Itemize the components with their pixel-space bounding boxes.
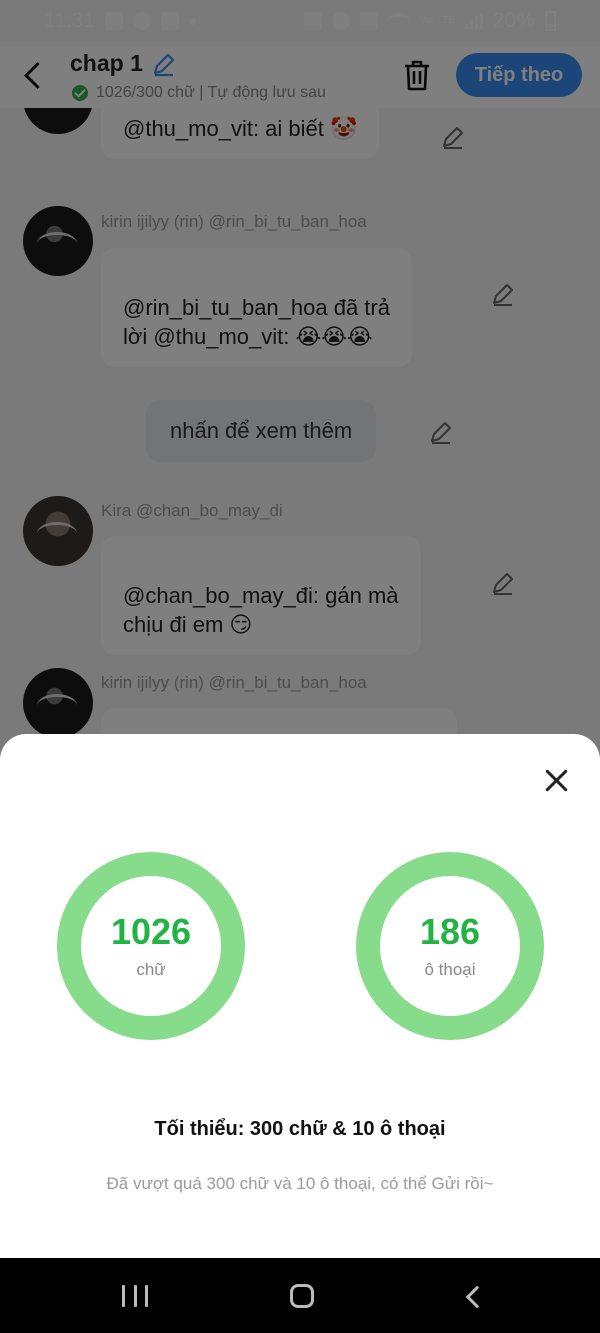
recent-apps-button[interactable]	[122, 1285, 148, 1307]
minimum-requirement: Tối thiểu: 300 chữ & 10 ô thoại	[154, 1118, 446, 1140]
system-back-button[interactable]	[464, 1286, 480, 1306]
dialogue-count-value: 186	[419, 911, 481, 952]
dialogue-count-unit: ô thoại	[424, 960, 476, 979]
stats-bottom-sheet: 1026 chữ 186 ô thoại Tối thiểu: 300 chữ …	[0, 734, 600, 1258]
word-count-ring: 1026 chữ	[57, 852, 245, 1040]
dialogue-count-ring: 186 ô thoại	[356, 852, 544, 1040]
requirement-note: Đã vượt quá 300 chữ và 10 ô thoại, có th…	[106, 1174, 494, 1193]
close-icon[interactable]	[540, 764, 572, 796]
word-count-value: 1026	[110, 911, 192, 952]
home-button[interactable]	[290, 1284, 314, 1308]
word-count-unit: chữ	[136, 960, 166, 979]
system-nav-bar	[0, 1258, 600, 1333]
